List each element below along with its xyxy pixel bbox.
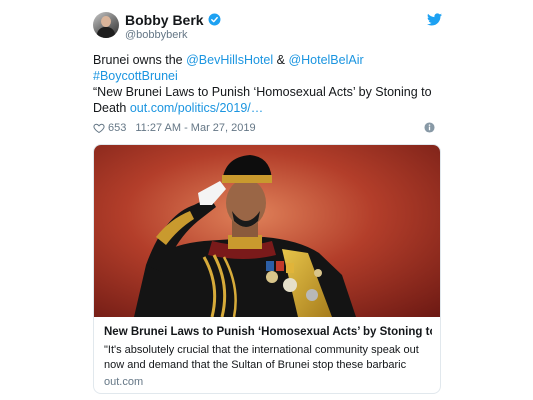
tweet-text: Brunei owns the @BevHillsHotel & @HotelB… [93, 52, 443, 116]
verified-badge-icon [208, 13, 221, 26]
like-count[interactable]: 653 [108, 122, 126, 134]
user-name[interactable]: Bobby Berk [125, 12, 204, 28]
tweet-line-3: “New Brunei Laws to Punish ‘Homosexual A… [93, 85, 432, 99]
tweet-embed: Bobby Berk @bobbyberk Brunei owns the @B… [84, 0, 452, 400]
tweet-line-1: Brunei owns the @BevHillsHotel & @HotelB… [93, 52, 443, 68]
name-row: Bobby Berk [125, 11, 221, 28]
mention-hotelbelair[interactable]: @HotelBelAir [288, 53, 363, 67]
user-handle[interactable]: @bobbyberk [125, 29, 188, 41]
info-icon[interactable] [424, 122, 435, 133]
heart-icon[interactable] [93, 122, 105, 134]
avatar[interactable] [93, 12, 119, 38]
card-desc-line-1: "It's absolutely crucial that the intern… [104, 344, 419, 356]
tweet-timestamp[interactable]: 11:27 AM - Mar 27, 2019 [135, 122, 255, 134]
article-link[interactable]: out.com/politics/2019/… [130, 101, 263, 115]
hashtag-boycottbrunei[interactable]: #BoycottBrunei [93, 69, 178, 83]
mention-bevhillshotel[interactable]: @BevHillsHotel [186, 53, 273, 67]
tweet-text-segment: & [273, 53, 289, 67]
tweet-text-segment: Brunei owns the [93, 53, 187, 67]
link-preview-card[interactable]: New Brunei Laws to Punish ‘Homosexual Ac… [93, 144, 441, 394]
card-text: New Brunei Laws to Punish ‘Homosexual Ac… [104, 325, 432, 388]
twitter-bird-icon[interactable] [427, 13, 442, 26]
tweet-header: Bobby Berk @bobbyberk [84, 10, 452, 46]
tweet-meta: 653 11:27 AM - Mar 27, 2019 [93, 120, 443, 136]
card-description: "It's absolutely crucial that the intern… [104, 343, 432, 373]
sultan-saluting-photo [94, 145, 440, 317]
tweet-text-segment: Death [93, 101, 130, 115]
card-desc-line-2: now and demand that the Sultan of Brunei… [104, 359, 407, 371]
tweet-line-4: Death out.com/politics/2019/… [93, 100, 443, 116]
avatar-body [97, 27, 115, 38]
card-domain: out.com [104, 376, 144, 388]
card-image[interactable] [94, 145, 440, 317]
avatar-face [101, 16, 111, 27]
card-title[interactable]: New Brunei Laws to Punish ‘Homosexual Ac… [104, 325, 432, 340]
tweet-line-2: #BoycottBrunei [93, 68, 443, 84]
